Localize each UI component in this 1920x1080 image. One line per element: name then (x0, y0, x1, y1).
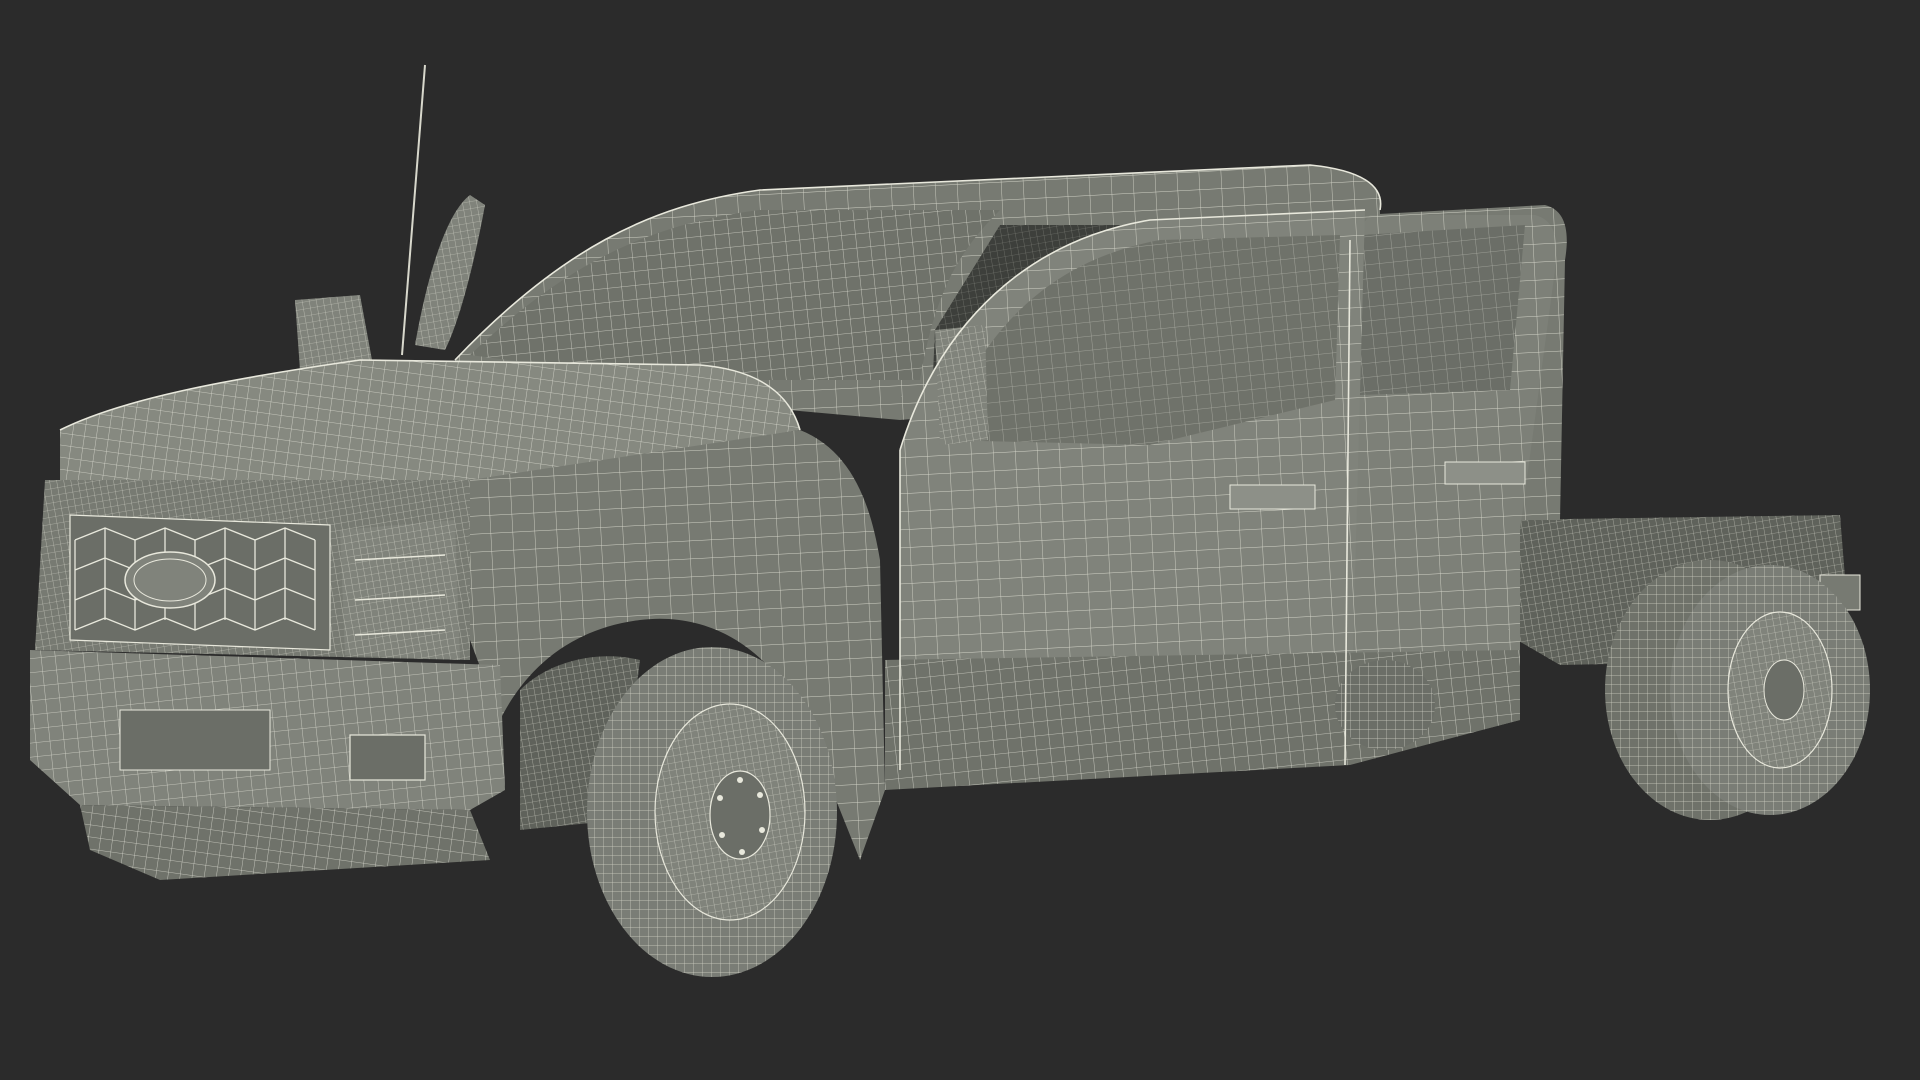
headlight (340, 520, 460, 660)
fog-light (349, 734, 426, 781)
windshield (470, 210, 1000, 380)
grille (69, 514, 331, 651)
side-mirror-right (935, 325, 988, 445)
front-bumper (30, 650, 505, 880)
rear-wheel-hub (1763, 659, 1805, 721)
truck-wireframe-render (30, 64, 1870, 977)
rear-door-handle (1444, 461, 1526, 485)
side-mirror-left (295, 195, 485, 370)
license-plate-area (119, 709, 271, 771)
brand-emblem (124, 551, 216, 609)
front-door-handle (1229, 484, 1316, 510)
front-wheel-hub (709, 770, 771, 860)
front-wheel (587, 647, 837, 977)
render-viewport (0, 0, 1920, 1080)
rear-wheel (1670, 565, 1870, 815)
rear-inner-tire (1335, 660, 1435, 750)
